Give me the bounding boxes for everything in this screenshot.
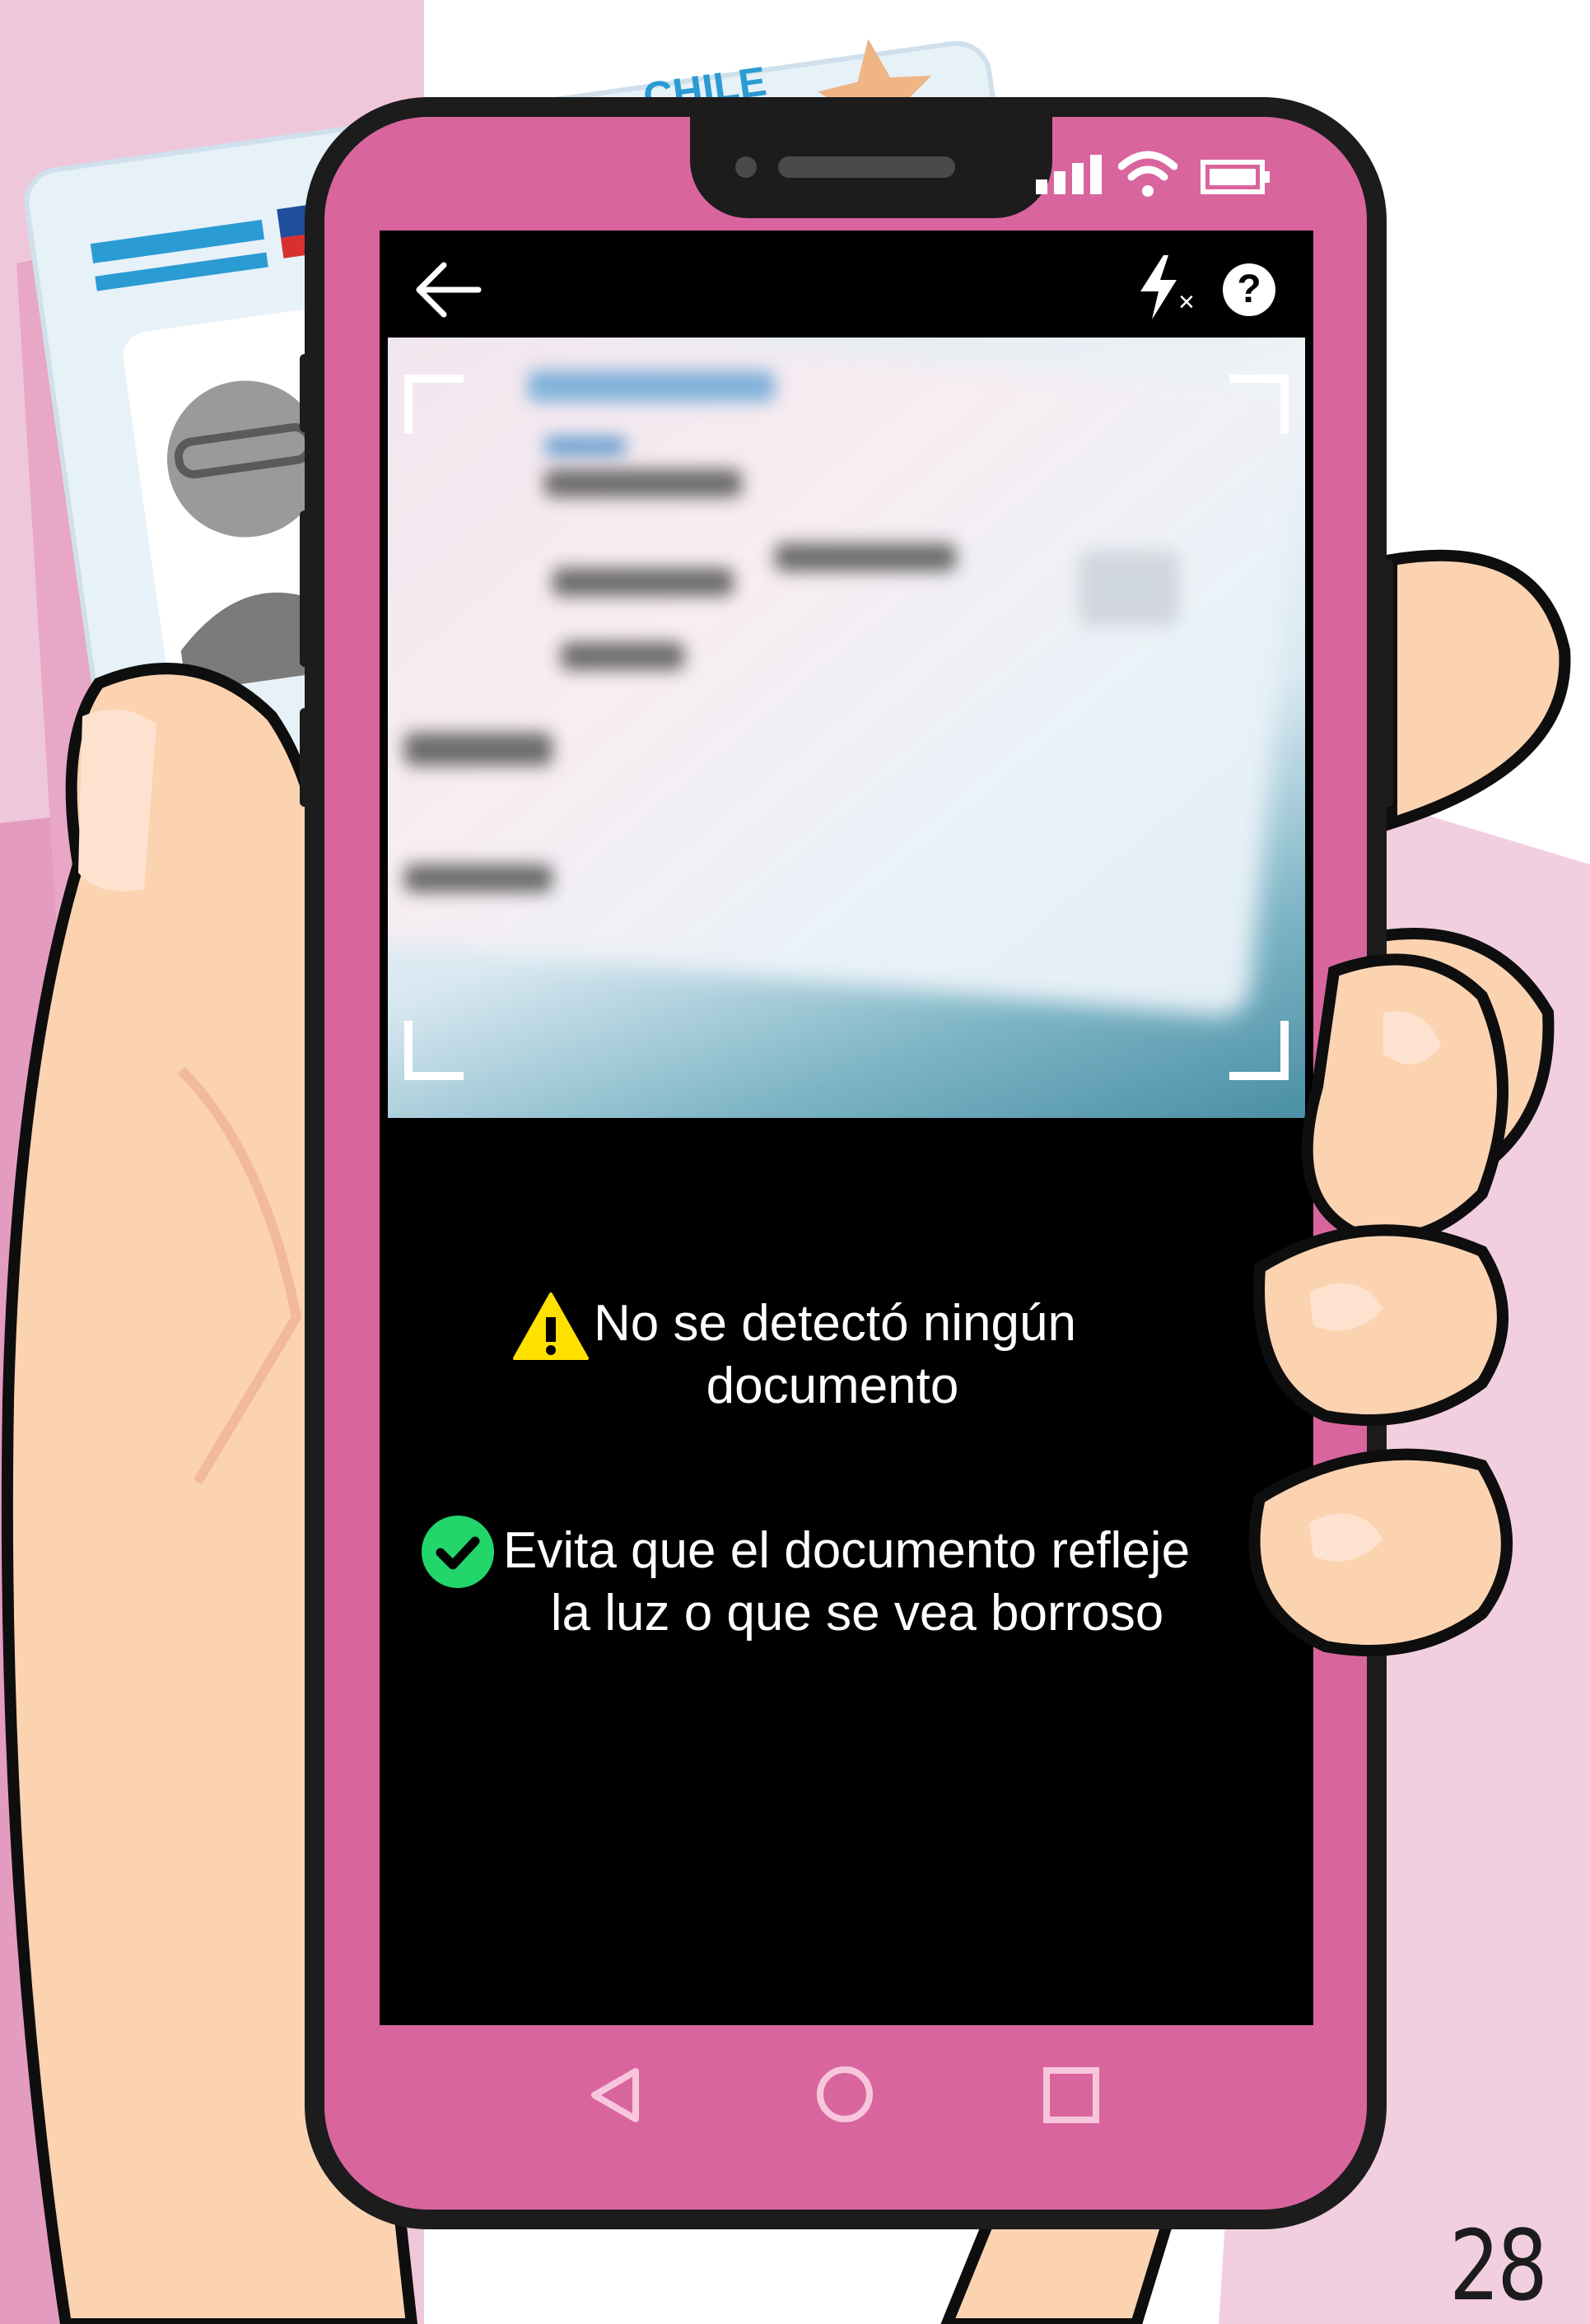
- blur-mini-photo: [1079, 552, 1178, 626]
- arrow-left-icon[interactable]: [413, 260, 482, 319]
- blur-field-2: [553, 568, 734, 596]
- signal-icon: [1036, 155, 1102, 194]
- blur-field: [544, 469, 742, 497]
- flash-off-icon: [1140, 255, 1177, 319]
- hand-front-fingers: [1248, 953, 1513, 1656]
- page-number: 28: [1449, 2209, 1548, 2322]
- frame-corner-top-left: [404, 375, 464, 434]
- volume-up-button: [300, 354, 313, 432]
- volume-down-button: [300, 510, 313, 667]
- check-circle-icon: [422, 1516, 494, 1588]
- blur-label: [544, 436, 627, 456]
- tip-line-2: la luz o que se vea borroso: [550, 1585, 1164, 1642]
- frame-corner-top-right: [1229, 375, 1289, 434]
- thumb-nail: [78, 710, 156, 892]
- blur-sign: [404, 864, 553, 892]
- camera-preview: [388, 338, 1305, 1118]
- blur-field-4: [561, 642, 684, 670]
- phone-screen: × ? No se detectó ningún documento Evita…: [380, 231, 1313, 2025]
- frame-corner-bottom-left: [404, 1021, 464, 1080]
- flash-off-button[interactable]: ×: [1137, 255, 1205, 321]
- help-icon[interactable]: ?: [1223, 263, 1275, 316]
- tip-line-1: Evita que el documento refleje: [503, 1522, 1191, 1579]
- blur-field-3: [775, 543, 956, 571]
- square-recents-icon[interactable]: [1042, 2066, 1100, 2124]
- blur-photo: [404, 733, 553, 766]
- flash-off-mark: ×: [1178, 286, 1195, 318]
- side-key: [300, 708, 313, 807]
- circle-home-icon[interactable]: [815, 2065, 874, 2124]
- blur-title: [528, 370, 775, 402]
- triangle-back-icon[interactable]: [590, 2066, 641, 2124]
- front-camera: [735, 156, 757, 178]
- battery-icon: [1201, 160, 1270, 194]
- warning-icon: [513, 1292, 589, 1360]
- wifi-icon: [1118, 151, 1177, 197]
- warning-line-1: No se detectó ningún: [594, 1295, 1076, 1352]
- warning-line-2: documento: [706, 1358, 959, 1414]
- power-button: [1380, 560, 1393, 807]
- blurred-id-card: [388, 338, 1303, 1019]
- earpiece-speaker: [778, 156, 955, 178]
